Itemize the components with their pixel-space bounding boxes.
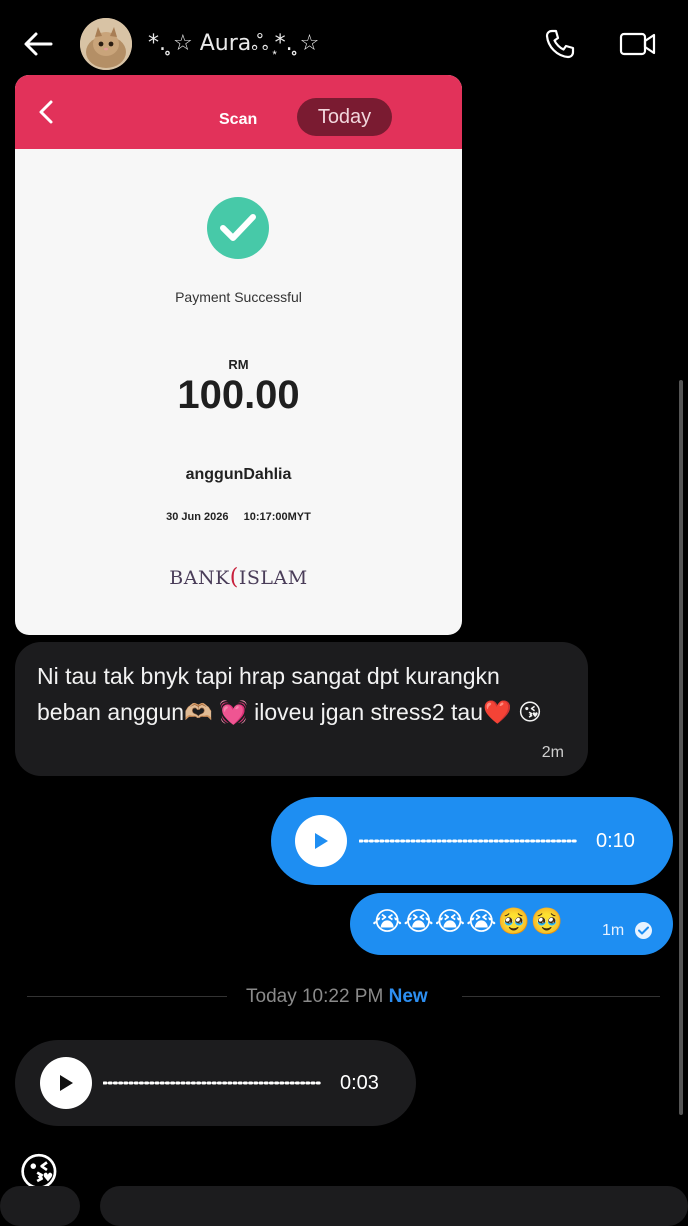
message-input[interactable] xyxy=(100,1186,688,1226)
payment-date: 30 Jun 2026 xyxy=(166,511,229,523)
read-receipt-icon xyxy=(635,922,652,939)
message-timestamp: 1m xyxy=(602,922,625,939)
payment-receipt-image[interactable]: Scan Today Payment Successful RM 100.00 … xyxy=(15,75,462,635)
play-button[interactable] xyxy=(295,815,347,867)
scrollbar[interactable] xyxy=(679,380,683,1115)
receipt-title: Scan xyxy=(219,111,258,128)
outgoing-emoji-message[interactable]: 😭😭😭😭🥹🥹 1m xyxy=(350,893,673,955)
play-icon xyxy=(315,833,328,849)
payee-name: anggunDahlia xyxy=(185,466,292,483)
cat-avatar-image xyxy=(80,18,132,70)
video-call-button[interactable] xyxy=(615,26,661,62)
voice-duration: 0:10 xyxy=(596,830,635,852)
audio-waveform xyxy=(359,839,579,843)
message-timestamp: 2m xyxy=(541,744,564,761)
play-icon xyxy=(60,1075,73,1091)
payment-status: Payment Successful xyxy=(175,289,302,305)
chevron-left-icon xyxy=(31,97,61,127)
play-button[interactable] xyxy=(40,1057,92,1109)
divider-time: Today 10:22 PM xyxy=(246,986,384,1007)
avatar[interactable] xyxy=(80,18,132,70)
audio-waveform xyxy=(103,1081,323,1085)
voice-call-button[interactable] xyxy=(540,26,580,62)
outgoing-voice-message[interactable]: 0:10 xyxy=(271,797,673,885)
currency-label: RM xyxy=(228,357,249,372)
message-text: Ni tau tak bnyk tapi hrap sangat dpt kur… xyxy=(37,663,543,725)
incoming-message-bubble[interactable]: Ni tau tak bnyk tapi hrap sangat dpt kur… xyxy=(15,642,588,776)
new-messages-divider: Today 10:22 PM New xyxy=(246,986,428,1008)
video-camera-icon xyxy=(619,32,656,56)
check-circle-icon xyxy=(207,197,269,259)
camera-button[interactable] xyxy=(0,1186,80,1226)
emoji-text: 😭😭😭😭🥹🥹 xyxy=(372,906,565,936)
payment-datetime: 30 Jun 2026 10:17:00MYT xyxy=(15,511,462,523)
arrow-left-icon xyxy=(24,32,53,56)
phone-icon xyxy=(545,29,575,59)
payment-amount: 100.00 xyxy=(177,373,300,417)
payment-time: 10:17:00MYT xyxy=(243,511,311,523)
bank-islam-logo: BANK(ISLAM xyxy=(169,565,308,590)
contact-name[interactable]: *. ̥☆ Auraஃ ͙*. ̥☆ xyxy=(148,30,319,59)
new-label: New xyxy=(388,986,428,1007)
receipt-header: Scan Today xyxy=(15,75,462,149)
back-button[interactable] xyxy=(18,26,58,62)
divider-line xyxy=(462,996,660,997)
receipt-date-badge: Today xyxy=(297,98,392,136)
voice-duration: 0:03 xyxy=(340,1072,379,1094)
divider-line xyxy=(27,996,227,997)
incoming-voice-message[interactable]: 0:03 xyxy=(15,1040,416,1126)
